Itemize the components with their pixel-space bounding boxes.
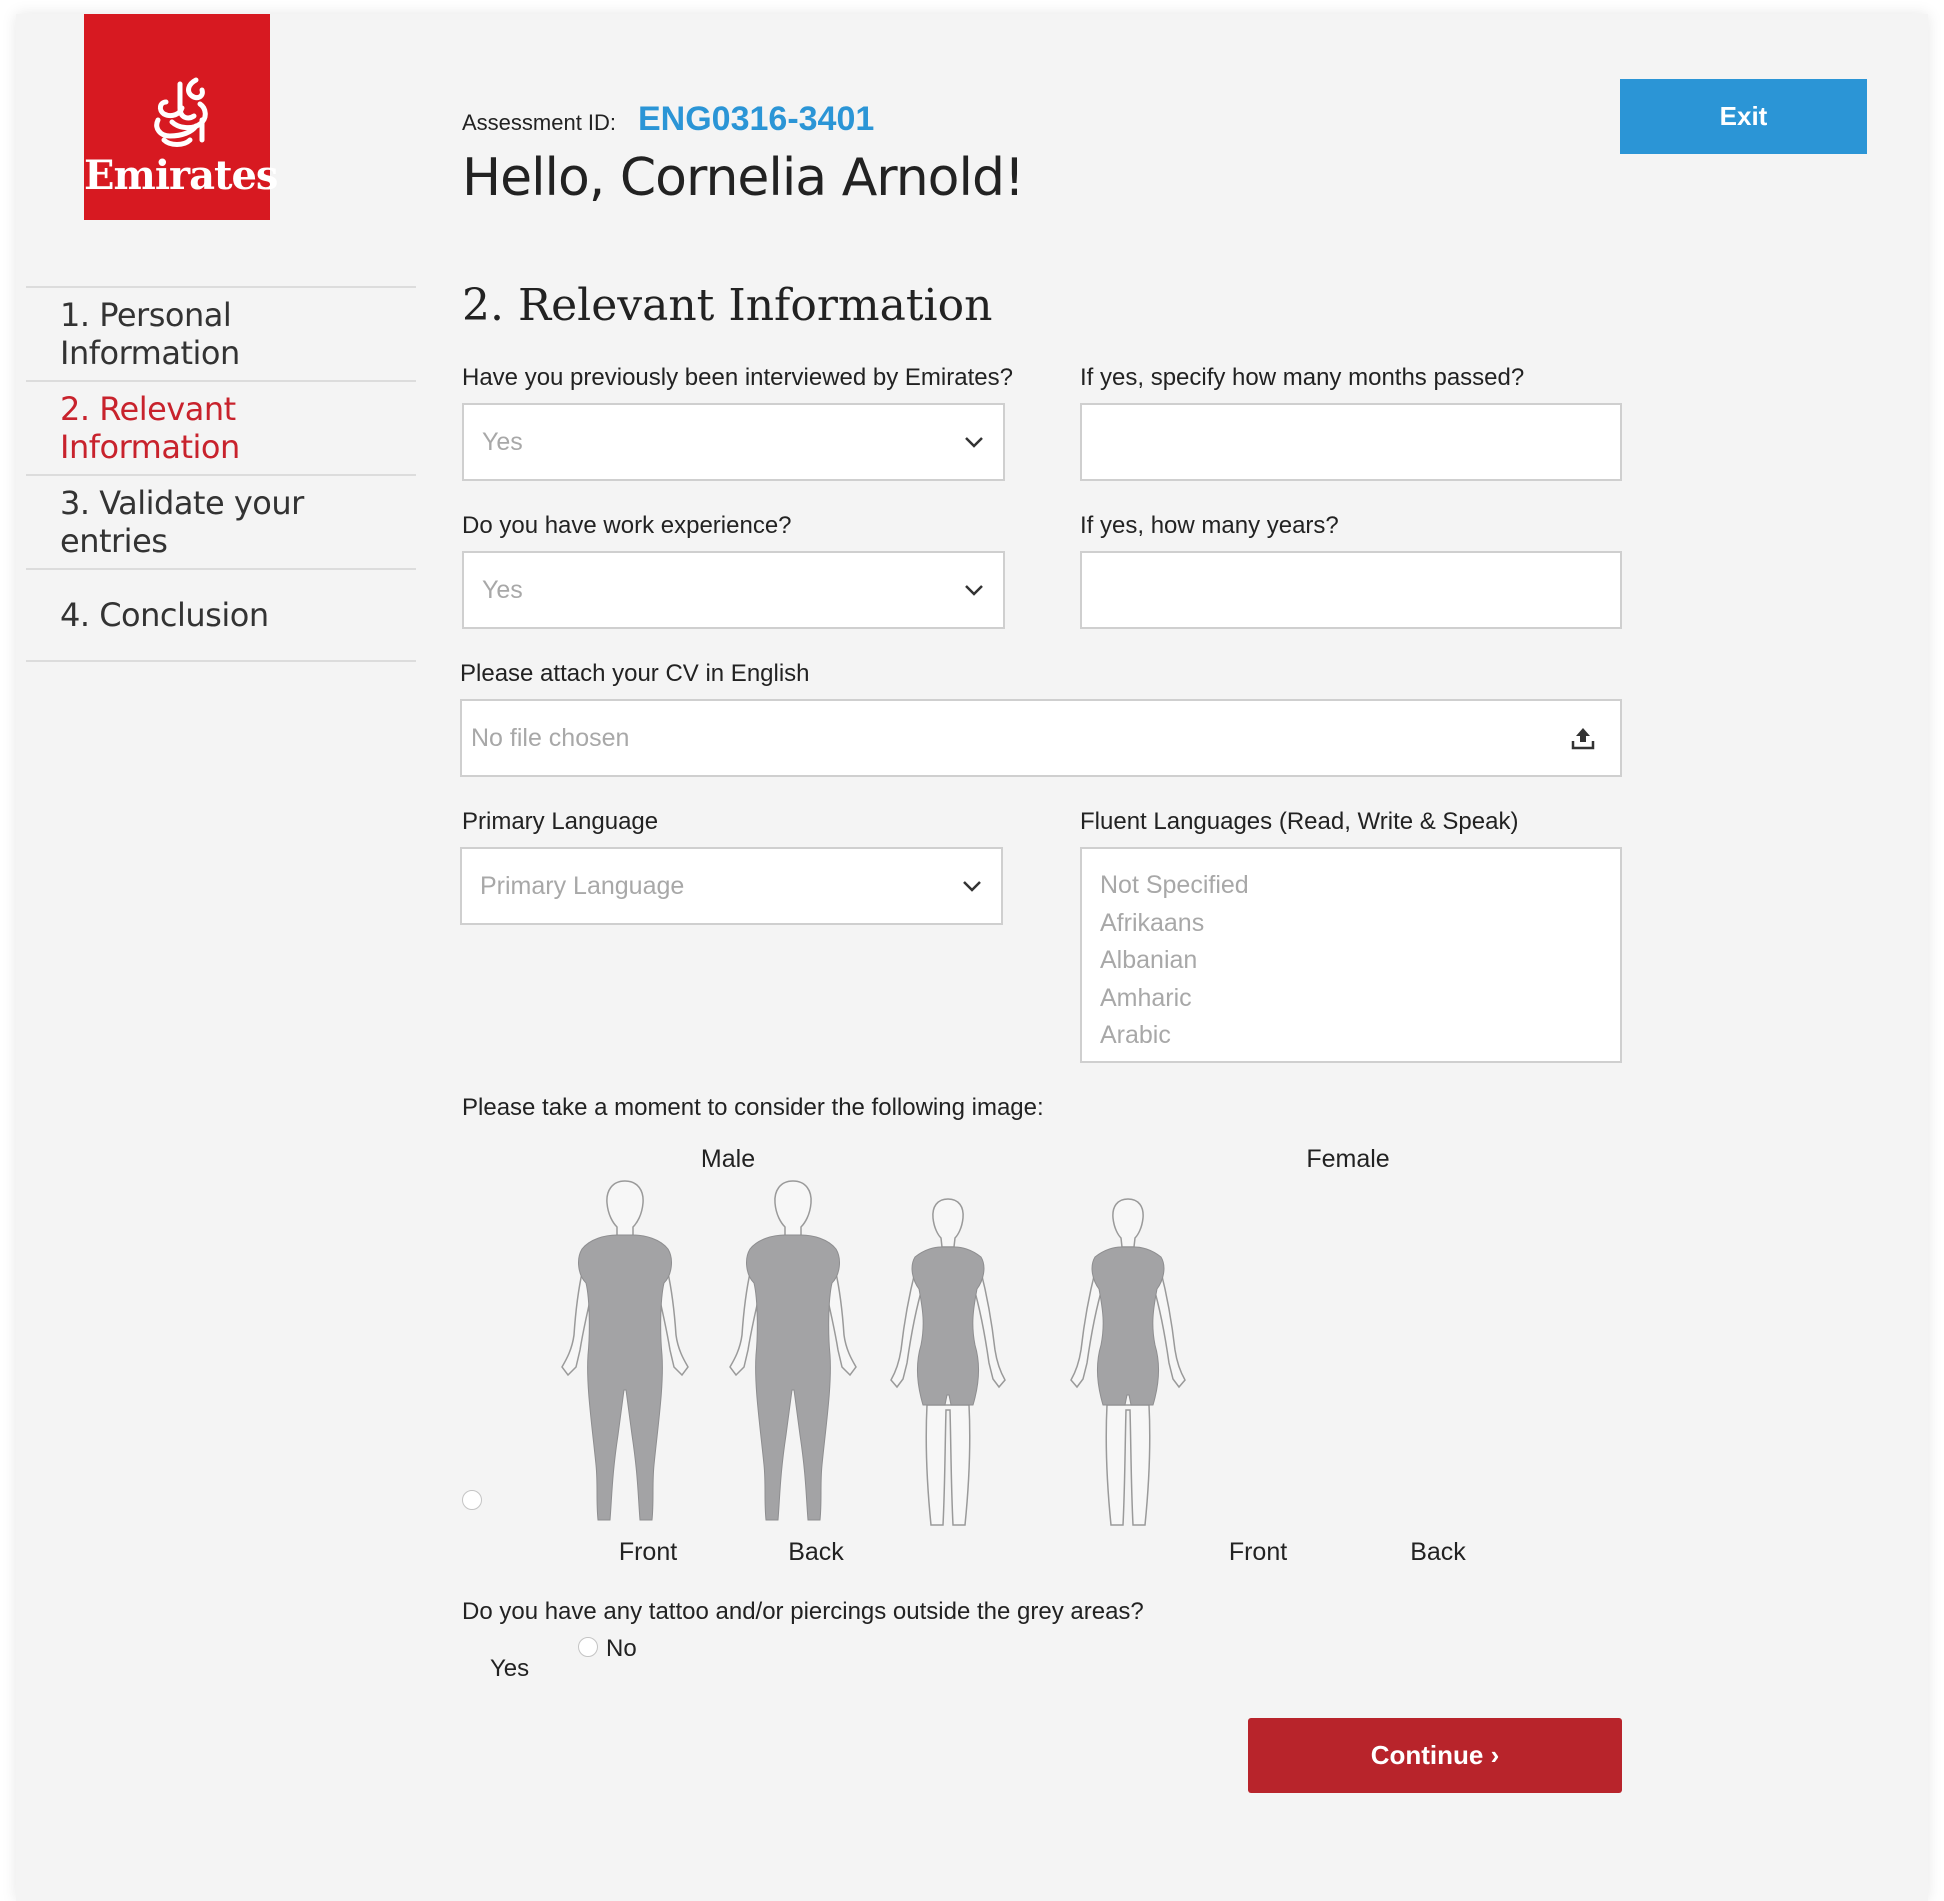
interviewed-label: Have you previously been interviewed by … <box>462 364 1013 391</box>
assessment-id-label: Assessment ID: <box>462 110 617 135</box>
exit-button[interactable]: Exit <box>1620 79 1867 154</box>
years-input[interactable] <box>1080 551 1622 629</box>
cv-label: Please attach your CV in English <box>460 660 810 687</box>
listbox-option[interactable]: Not Specified <box>1100 867 1620 905</box>
male-back-label: Back <box>788 1538 844 1566</box>
listbox-option[interactable]: Amharic <box>1100 980 1620 1018</box>
female-front-label: Front <box>1228 1538 1288 1566</box>
fluent-languages-listbox[interactable]: Not Specified Afrikaans Albanian Amharic… <box>1080 847 1622 1063</box>
primary-language-select[interactable]: Primary Language <box>460 847 1003 925</box>
male-label: Male <box>700 1145 756 1173</box>
tattoo-yes-label[interactable]: Yes <box>490 1655 529 1683</box>
chevron-down-icon <box>965 437 983 448</box>
years-label: If yes, how many years? <box>1080 512 1339 539</box>
female-label: Female <box>1306 1145 1390 1173</box>
greeting-heading: Hello, Cornelia Arnold! <box>462 148 1025 208</box>
section-title: 2. Relevant Information <box>462 280 993 331</box>
primary-language-placeholder: Primary Language <box>480 871 685 900</box>
continue-button[interactable]: Continue › <box>1248 1718 1622 1793</box>
listbox-option[interactable]: Albanian <box>1100 942 1620 980</box>
months-passed-input[interactable] <box>1080 403 1622 481</box>
work-experience-select-value: Yes <box>482 575 523 604</box>
assessment-id-value: ENG0316-3401 <box>638 100 875 138</box>
listbox-option[interactable]: Afrikaans <box>1100 905 1620 943</box>
body-diagram <box>561 1180 1186 1526</box>
male-front-label: Front <box>618 1538 678 1566</box>
logo-wordmark: Emirates <box>84 152 278 199</box>
interviewed-select[interactable]: Yes <box>462 403 1005 481</box>
months-passed-label: If yes, specify how many months passed? <box>1080 364 1525 391</box>
chevron-down-icon <box>965 585 983 596</box>
figure-radio[interactable] <box>462 1490 482 1510</box>
sidebar-item-personal-information[interactable]: 1. Personal Information <box>26 286 416 380</box>
sidebar-item-validate-entries[interactable]: 3. Validate your entries <box>26 474 416 568</box>
sidebar-item-relevant-information[interactable]: 2. Relevant Information <box>26 380 416 474</box>
emirates-arabic-mark-icon <box>154 77 208 147</box>
emirates-logo: Emirates <box>84 14 278 220</box>
sidebar-nav: 1. Personal Information 2. Relevant Info… <box>26 286 416 662</box>
work-experience-select[interactable]: Yes <box>462 551 1005 629</box>
tattoo-question: Do you have any tattoo and/or piercings … <box>462 1598 1144 1625</box>
cv-file-placeholder: No file chosen <box>471 723 630 752</box>
upload-icon[interactable] <box>1570 725 1596 751</box>
cv-file-input[interactable]: No file chosen <box>460 699 1622 777</box>
female-back-label: Back <box>1410 1538 1466 1566</box>
interviewed-select-value: Yes <box>482 427 523 456</box>
chevron-down-icon <box>963 881 981 892</box>
image-prompt: Please take a moment to consider the fol… <box>462 1094 1044 1121</box>
tattoo-no-label[interactable]: No <box>606 1635 637 1663</box>
listbox-option[interactable]: Arabic <box>1100 1017 1620 1055</box>
sidebar-item-conclusion[interactable]: 4. Conclusion <box>26 568 416 662</box>
tattoo-no-radio[interactable] <box>578 1637 598 1657</box>
work-experience-label: Do you have work experience? <box>462 512 792 539</box>
primary-language-label: Primary Language <box>462 808 659 835</box>
fluent-languages-label: Fluent Languages (Read, Write & Speak) <box>1080 808 1519 835</box>
